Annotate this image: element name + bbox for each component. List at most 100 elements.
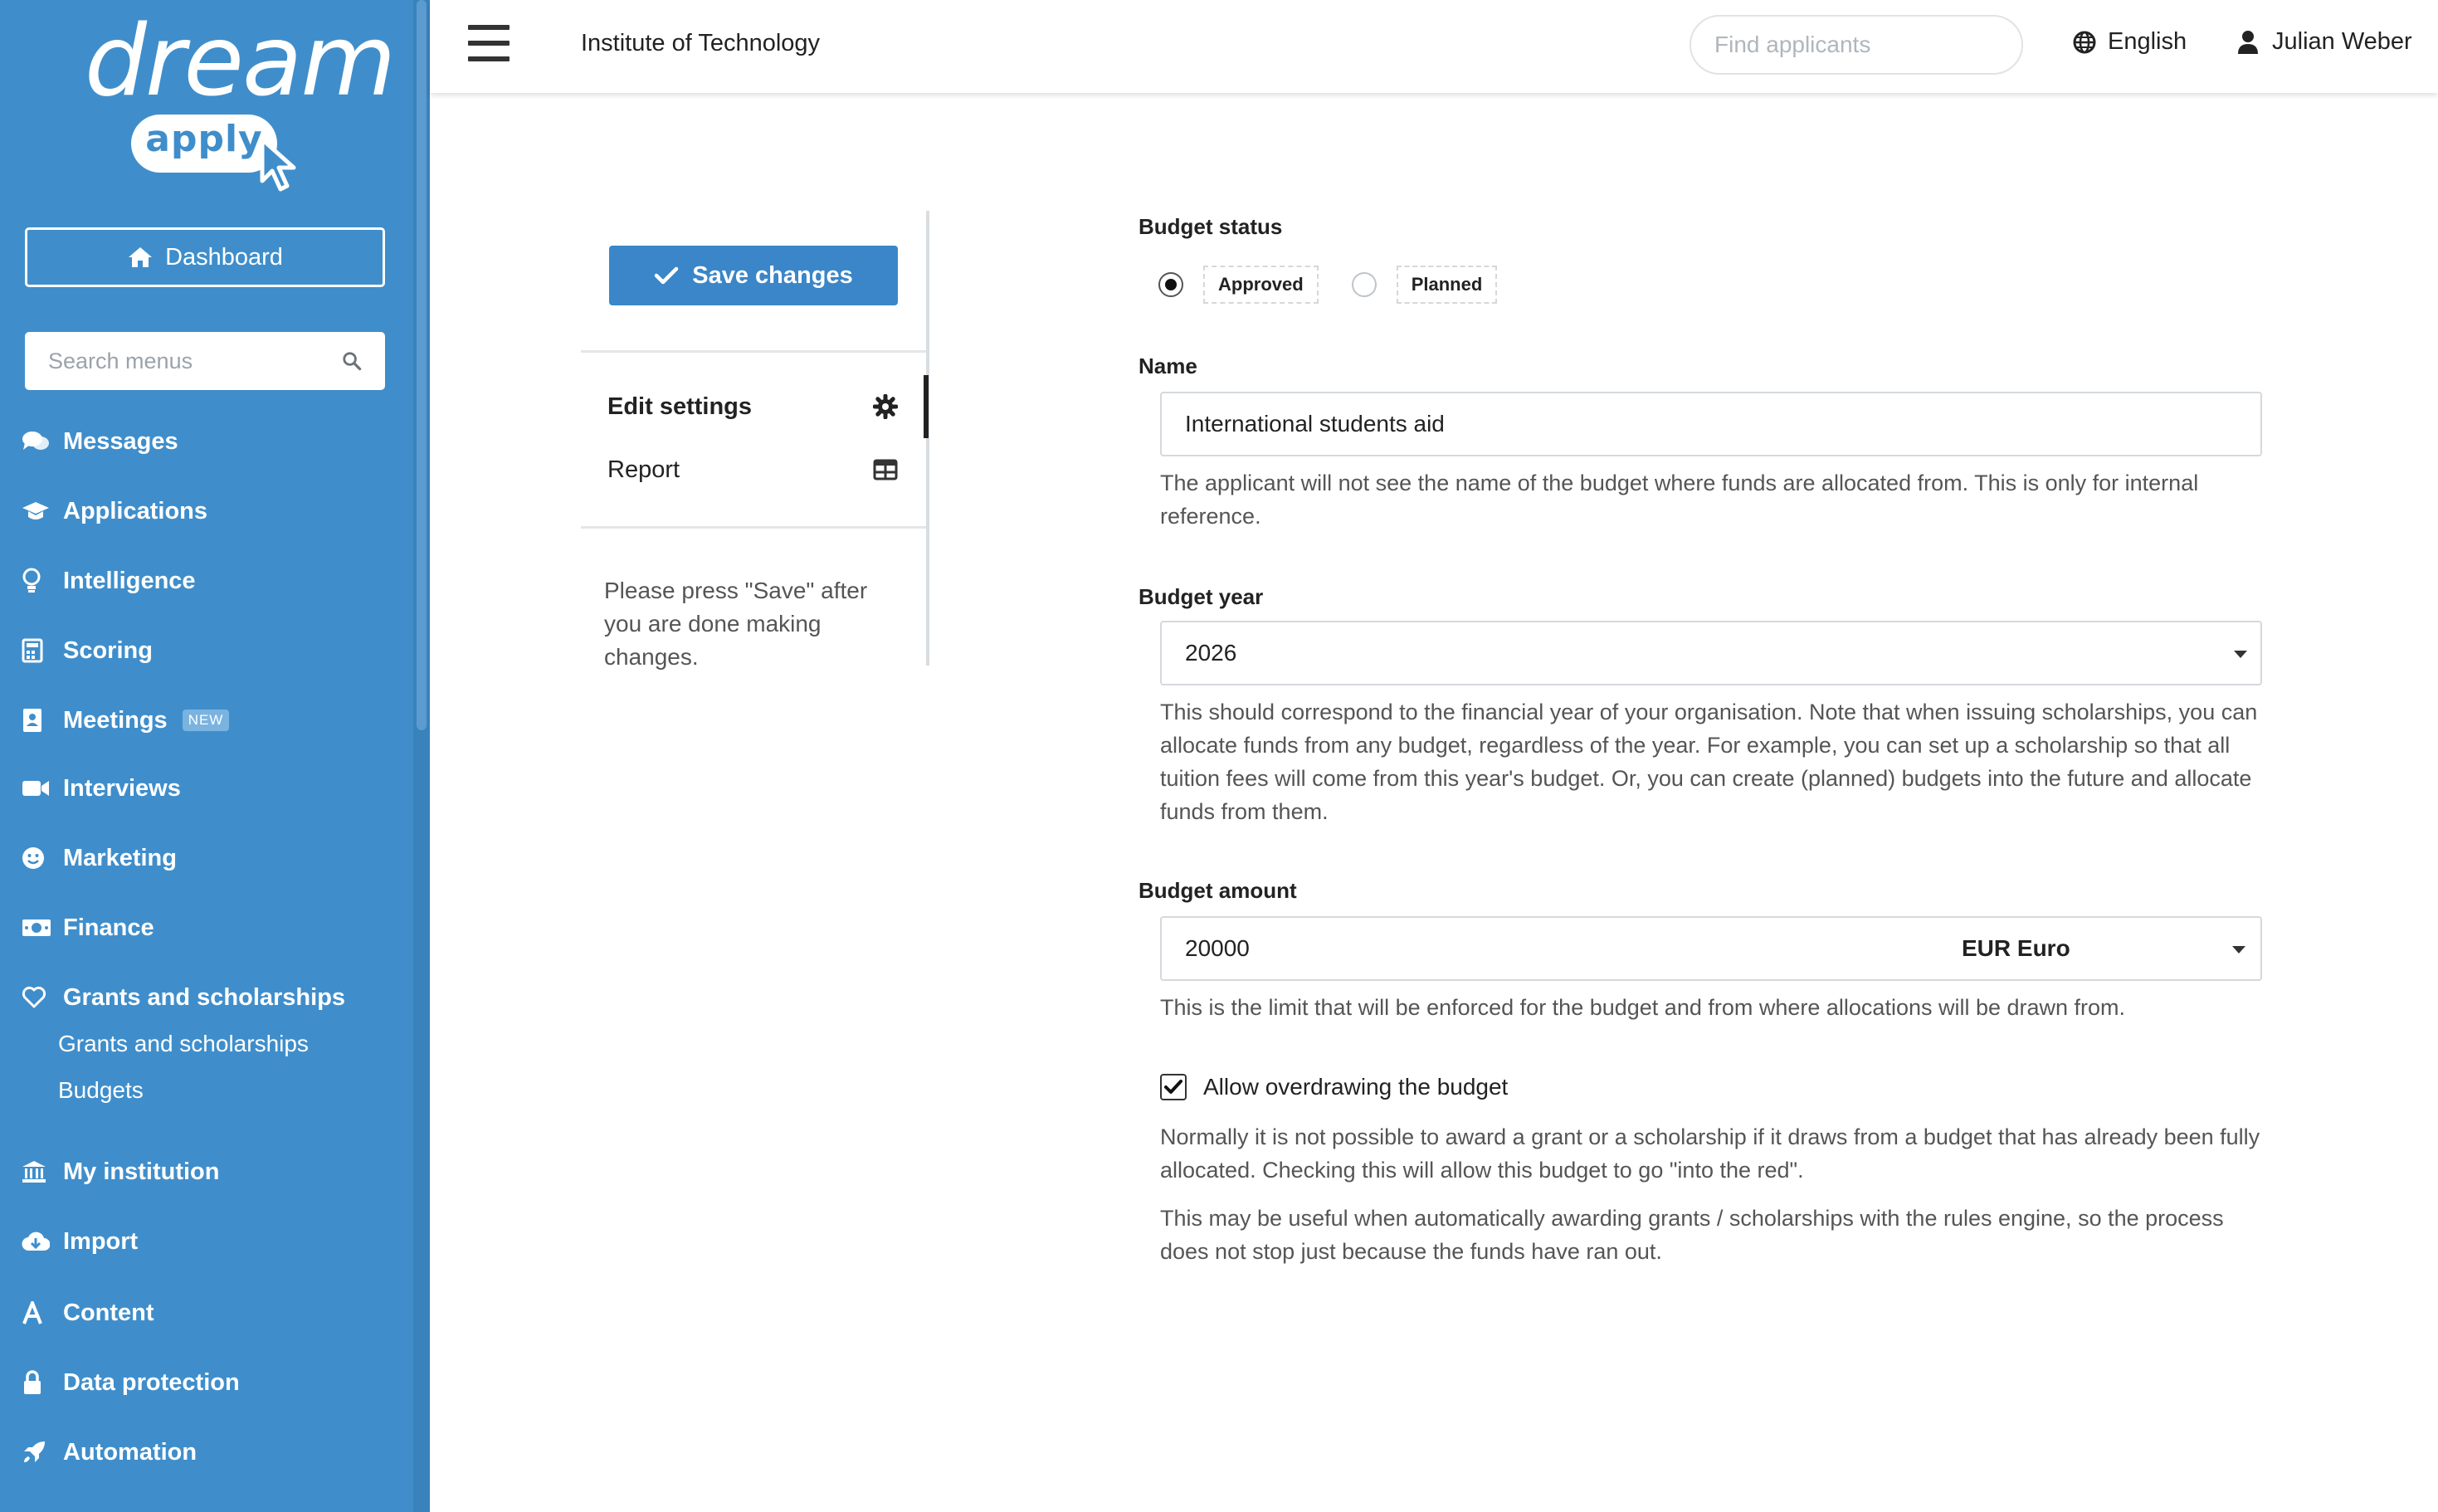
- lightbulb-icon: [22, 566, 55, 596]
- chevron-down-icon: [2234, 651, 2247, 658]
- sidebar-item-content[interactable]: Content: [0, 1288, 413, 1338]
- overdraw-help-1: Normally it is not possible to award a g…: [1160, 1124, 2260, 1183]
- sidebar-item-label: Data protection: [63, 1368, 240, 1396]
- globe-icon: [2073, 31, 2096, 53]
- sidebar-item-label: Content: [63, 1299, 154, 1326]
- table-icon: [873, 459, 898, 480]
- smile-icon: [22, 843, 55, 873]
- find-applicants-input[interactable]: [1714, 32, 2014, 58]
- chevron-down-icon: [2232, 946, 2245, 954]
- sidebar-subitem-budgets[interactable]: Budgets: [58, 1072, 144, 1109]
- sidebar-item-label: Interviews: [63, 774, 181, 802]
- sidebar-item-automation[interactable]: Automation: [0, 1427, 413, 1477]
- active-indicator: [924, 375, 929, 438]
- calculator-icon: [22, 636, 55, 666]
- dreamapply-logo[interactable]: dream apply: [80, 12, 396, 192]
- sidebar-item-label: Applications: [63, 497, 208, 524]
- currency-select[interactable]: EUR Euro: [1938, 916, 2262, 981]
- sidebar-item-marketing[interactable]: Marketing: [0, 833, 413, 883]
- overdraw-help-2: This may be useful when automatically aw…: [1160, 1206, 2224, 1264]
- sidebar-item-label: Grants and scholarships: [63, 983, 346, 1011]
- sidebar-item-label: Automation: [63, 1438, 197, 1466]
- sidebar-item-label: Intelligence: [63, 567, 196, 594]
- budget-amount-help: This is the limit that will be enforced …: [1160, 995, 2126, 1020]
- sidebar-item-scoring[interactable]: Scoring: [0, 626, 413, 676]
- sidebar-item-interviews[interactable]: Interviews: [0, 763, 413, 813]
- sidebar-item-meetings[interactable]: Meetings NEW: [0, 695, 413, 745]
- graduation-cap-icon: [22, 496, 55, 526]
- user-menu[interactable]: Julian Weber: [2237, 28, 2412, 56]
- radio-approved[interactable]: [1158, 272, 1183, 297]
- action-panel: Save changes Edit settings Report Please…: [581, 211, 929, 670]
- name-help: The applicant will not see the name of t…: [1160, 471, 2199, 529]
- name-input[interactable]: International students aid: [1160, 392, 2262, 456]
- scrollbar-thumb[interactable]: [417, 0, 427, 730]
- sidebar-item-label: Import: [63, 1227, 139, 1255]
- overdraw-label: Allow overdrawing the budget: [1203, 1074, 1509, 1100]
- overdraw-checkbox[interactable]: [1160, 1074, 1187, 1100]
- currency-value: EUR Euro: [1962, 935, 2070, 961]
- sidebar-item-grants[interactable]: Grants and scholarships: [0, 973, 413, 1022]
- hamburger-menu-icon[interactable]: [468, 25, 510, 61]
- cursor-icon: [260, 137, 296, 192]
- budget-amount-label: Budget amount: [1139, 878, 1297, 903]
- budget-amount-input[interactable]: 20000: [1160, 916, 1940, 981]
- menu-search: [25, 332, 385, 390]
- budget-status-radios: Approved Planned: [1158, 266, 1530, 304]
- address-book-icon: [22, 705, 55, 735]
- budget-year-label: Budget year: [1139, 584, 1264, 609]
- sidebar-item-messages[interactable]: Messages: [0, 417, 413, 466]
- search-icon[interactable]: [342, 349, 362, 373]
- edit-settings-link[interactable]: Edit settings: [607, 385, 898, 428]
- divider: [581, 526, 926, 529]
- sidebar-scrollbar[interactable]: [413, 0, 430, 1512]
- sidebar-item-my-institution[interactable]: My institution: [0, 1147, 413, 1197]
- budget-year-value: 2026: [1185, 640, 1237, 666]
- approved-label[interactable]: Approved: [1203, 266, 1319, 304]
- money-bill-icon: [22, 913, 55, 943]
- dashboard-label: Dashboard: [165, 243, 283, 271]
- name-label: Name: [1139, 354, 1197, 378]
- save-changes-button[interactable]: Save changes: [609, 246, 898, 305]
- video-camera-icon: [22, 773, 55, 803]
- comments-icon: [22, 427, 55, 456]
- sidebar-item-label: Scoring: [63, 637, 153, 664]
- menu-search-input[interactable]: [48, 348, 342, 374]
- budget-year-help: This should correspond to the financial …: [1160, 700, 2258, 824]
- find-applicants: [1690, 15, 2023, 75]
- heart-icon: [22, 983, 55, 1012]
- top-header: Institute of Technology English Julian W…: [430, 0, 2438, 93]
- logo-apply-text: apply: [145, 118, 263, 160]
- sidebar-item-label: My institution: [63, 1158, 220, 1185]
- planned-label[interactable]: Planned: [1396, 266, 1498, 304]
- sidebar-item-label: Finance: [63, 914, 154, 941]
- language-selector[interactable]: English: [2073, 28, 2187, 56]
- gear-icon: [873, 394, 898, 419]
- sidebar-item-intelligence[interactable]: Intelligence: [0, 556, 413, 606]
- institution-title: Institute of Technology: [581, 30, 821, 56]
- save-note: Please press "Save" after you are done m…: [604, 578, 868, 670]
- lock-icon: [22, 1368, 55, 1397]
- radio-planned[interactable]: [1351, 272, 1377, 297]
- home-icon: [129, 247, 153, 267]
- budget-status-label: Budget status: [1139, 214, 1283, 239]
- institution-icon: [22, 1157, 55, 1187]
- report-link[interactable]: Report: [607, 448, 898, 491]
- language-label: English: [2108, 28, 2187, 55]
- sidebar-item-label: Meetings: [63, 706, 168, 734]
- user-name: Julian Weber: [2272, 28, 2412, 55]
- budget-year-select[interactable]: 2026: [1160, 621, 2262, 685]
- dashboard-button[interactable]: Dashboard: [25, 227, 385, 287]
- divider: [581, 350, 926, 353]
- sidebar-item-applications[interactable]: Applications: [0, 486, 413, 536]
- overdraw-checkbox-row[interactable]: Allow overdrawing the budget: [1160, 1074, 1508, 1100]
- sidebar-item-data-protection[interactable]: Data protection: [0, 1358, 413, 1407]
- sidebar-item-finance[interactable]: Finance: [0, 903, 413, 953]
- edit-settings-label: Edit settings: [607, 393, 753, 420]
- font-icon: [22, 1298, 55, 1328]
- sidebar-subitem-grants[interactable]: Grants and scholarships: [58, 1026, 309, 1062]
- sidebar-item-import[interactable]: Import: [0, 1217, 413, 1266]
- cloud-download-icon: [22, 1227, 55, 1256]
- user-icon: [2238, 30, 2258, 54]
- new-badge: NEW: [182, 710, 230, 731]
